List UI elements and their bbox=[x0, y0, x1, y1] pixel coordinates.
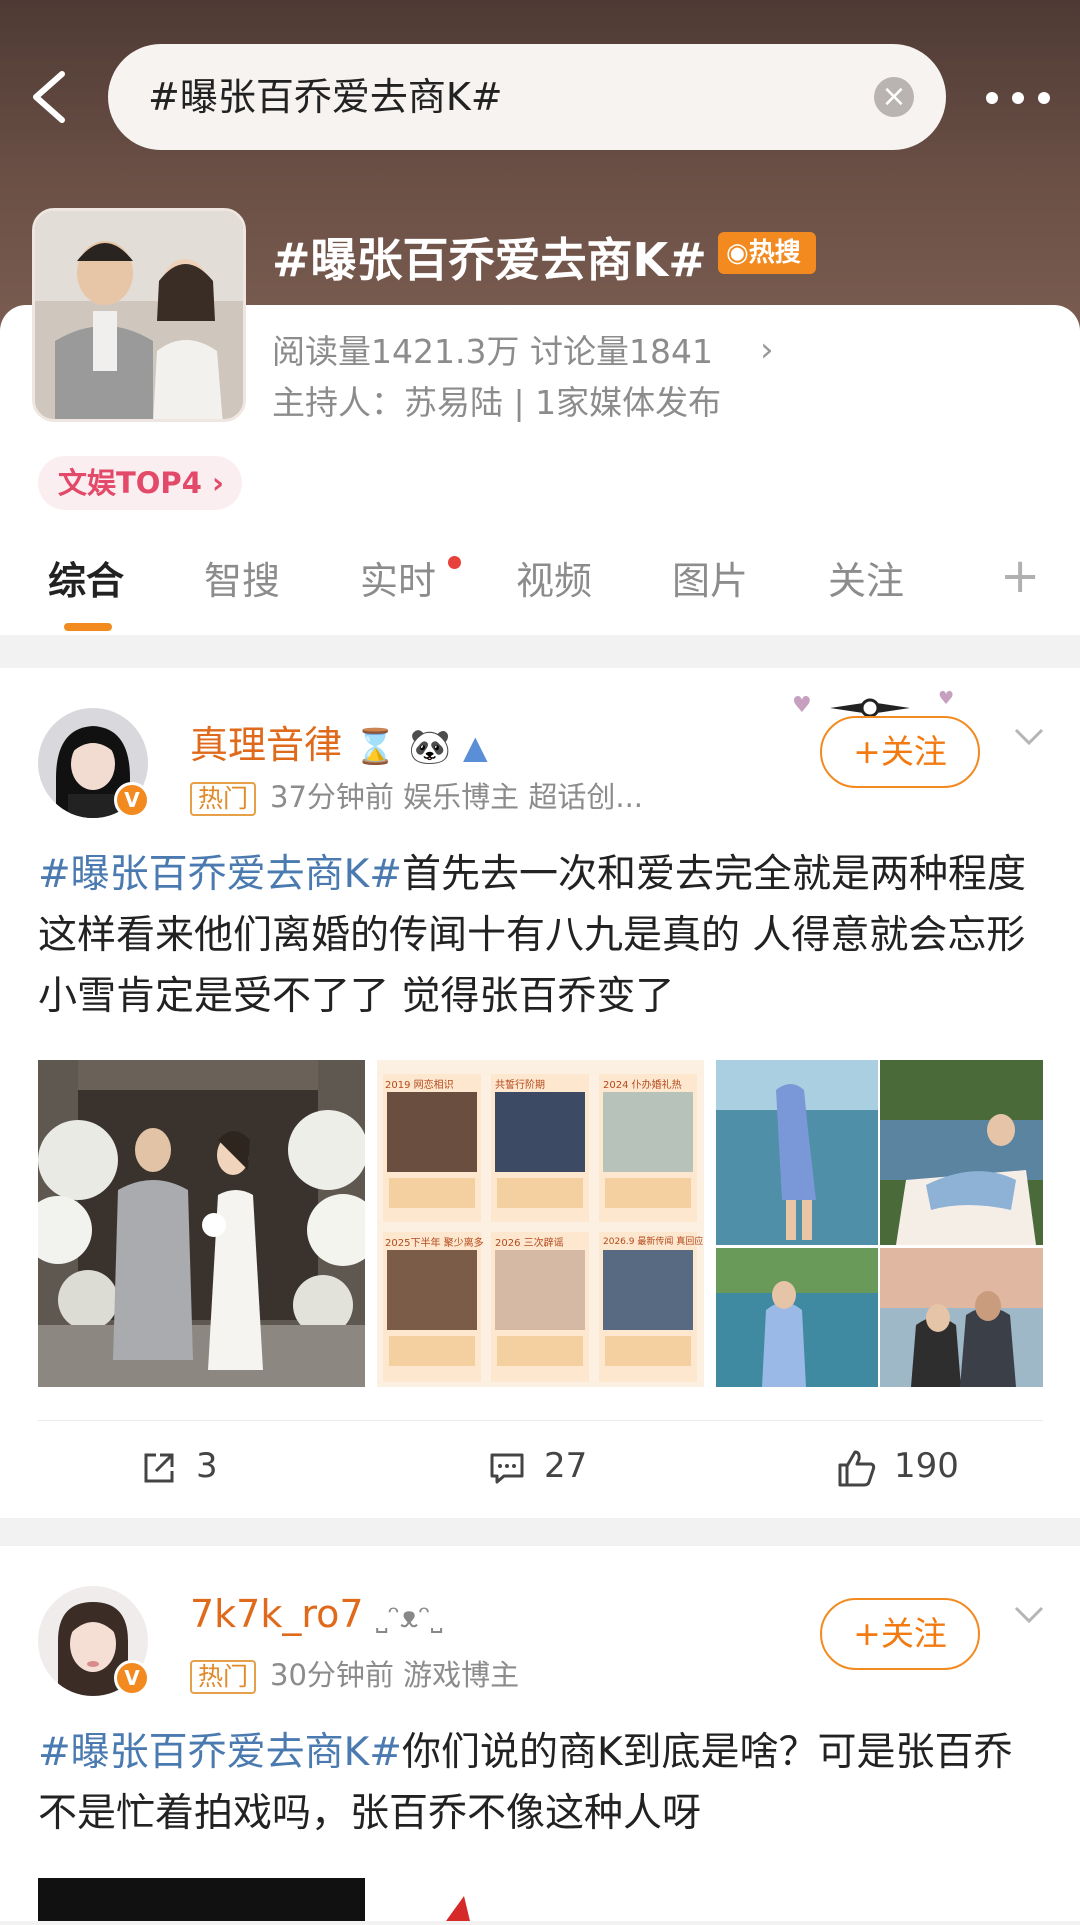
hot-search-badge: ◉热搜 bbox=[718, 232, 816, 274]
tab-bar: 综合 智搜 实时 视频 图片 关注 bbox=[0, 550, 1080, 630]
fire-icon: ◉ bbox=[726, 238, 749, 268]
panda-icon: 🐼 bbox=[408, 727, 451, 767]
timeline-collage-image[interactable]: 2019 网恋相识 共誓行阶期 2024 仆办婚礼热 2025下半年 聚少离多 … bbox=[377, 1060, 704, 1387]
tab-comprehensive[interactable]: 综合 bbox=[48, 550, 124, 605]
post-meta: 热门 30分钟前 游戏博主 bbox=[190, 1652, 519, 1694]
collage-label: 2026 三次辟谣 bbox=[495, 1238, 564, 1249]
tab-images[interactable]: 图片 bbox=[672, 550, 748, 605]
collage-label: 2019 网恋相识 bbox=[385, 1080, 454, 1091]
like-button[interactable]: 190 bbox=[836, 1446, 959, 1489]
comment-icon bbox=[490, 1453, 524, 1483]
username[interactable]: 真理音律 ⌛ 🐼 ▲ bbox=[190, 714, 488, 769]
post-card: ♥ ♥ V 真理音律 ⌛ 🐼 ▲ 热门 37分钟前 娱乐博主 超话创... +关注… bbox=[0, 668, 1080, 1518]
hashtag-link[interactable]: #曝张百乔爱去商K# bbox=[38, 852, 402, 897]
divider bbox=[38, 1420, 1043, 1421]
image-grid: 2019 网恋相识 共誓行阶期 2024 仆办婚礼热 2025下半年 聚少离多 … bbox=[38, 1060, 1043, 1387]
username[interactable]: 7k7k_ro7 ˽ᵔᴥᵔ˽ bbox=[190, 1592, 443, 1636]
tab-following[interactable]: 关注 bbox=[828, 550, 904, 605]
search-query: #曝张百乔爱去商K# bbox=[148, 75, 503, 119]
share-icon bbox=[144, 1453, 174, 1482]
like-count: 190 bbox=[894, 1446, 959, 1486]
post-image[interactable] bbox=[38, 1878, 365, 1921]
post-image[interactable] bbox=[38, 1060, 365, 1387]
svg-text:♥: ♥ bbox=[938, 688, 954, 709]
tab-video[interactable]: 视频 bbox=[516, 550, 592, 605]
comment-count: 27 bbox=[544, 1446, 588, 1486]
follow-button[interactable]: +关注 bbox=[820, 1598, 980, 1670]
username-text: 真理音律 bbox=[190, 723, 343, 767]
hot-tag: 热门 bbox=[190, 782, 257, 816]
hot-badge-label: 热搜 bbox=[748, 238, 801, 268]
topic-stats: 阅读量1421.3万 讨论量1841 bbox=[272, 332, 713, 371]
post-meta-text: 37分钟前 娱乐博主 超话创... bbox=[270, 780, 644, 814]
back-icon[interactable] bbox=[22, 62, 82, 132]
topic-thumbnail[interactable] bbox=[32, 208, 246, 422]
comment-button[interactable]: 27 bbox=[488, 1446, 587, 1487]
repost-button[interactable]: 3 bbox=[140, 1446, 218, 1487]
post-body: #曝张百乔爱去商K#首先去一次和爱去完全就是两种程度 这样看来他们离婚的传闻十有… bbox=[38, 844, 1048, 1027]
tab-smart-search[interactable]: 智搜 bbox=[204, 550, 280, 605]
hashtag-link[interactable]: #曝张百乔爱去商K# bbox=[38, 1730, 402, 1775]
collage-label: 共誓行阶期 bbox=[495, 1080, 545, 1091]
verified-badge-icon: V bbox=[114, 1660, 150, 1696]
chevron-down-icon[interactable] bbox=[1012, 720, 1046, 754]
topic-title: #曝张百乔爱去商K# bbox=[272, 233, 707, 287]
active-tab-indicator bbox=[64, 623, 112, 631]
repost-count: 3 bbox=[196, 1446, 218, 1486]
follow-button[interactable]: +关注 bbox=[820, 716, 980, 788]
hot-tag: 热门 bbox=[190, 1660, 257, 1694]
tab-realtime[interactable]: 实时 bbox=[360, 550, 436, 605]
verified-badge-icon: V bbox=[114, 782, 150, 818]
collage-label: 2024 仆办婚礼热 bbox=[603, 1080, 682, 1091]
chevron-right-icon[interactable]: › bbox=[760, 330, 774, 370]
add-tab-icon[interactable]: + bbox=[1000, 548, 1040, 604]
post-image-preview[interactable] bbox=[440, 1886, 480, 1921]
notification-dot bbox=[448, 556, 461, 569]
chevron-down-icon[interactable] bbox=[1012, 1598, 1046, 1632]
rank-chip[interactable]: 文娱TOP4 › bbox=[38, 456, 242, 510]
post-card: V 7k7k_ro7 ˽ᵔᴥᵔ˽ 热门 30分钟前 游戏博主 +关注 #曝张百乔爱… bbox=[0, 1546, 1080, 1921]
username-text: 7k7k_ro7 bbox=[190, 1592, 364, 1636]
post-body: #曝张百乔爱去商K#你们说的商K到底是啥？可是张百乔不是忙着拍戏吗，张百乔不像这… bbox=[38, 1722, 1048, 1844]
svg-text:♥: ♥ bbox=[792, 693, 812, 718]
post-meta-text: 30分钟前 游戏博主 bbox=[270, 1658, 520, 1692]
collage-label: 2026.9 最新传闻 真回应 bbox=[603, 1237, 704, 1247]
hourglass-icon: ⌛ bbox=[354, 727, 397, 767]
post-image[interactable] bbox=[716, 1060, 1043, 1387]
search-input[interactable]: #曝张百乔爱去商K# × bbox=[108, 44, 946, 150]
clear-icon[interactable]: × bbox=[874, 77, 914, 117]
thumbs-up-icon bbox=[838, 1450, 876, 1486]
collage-label: 2025下半年 聚少离多 bbox=[385, 1238, 484, 1249]
more-icon[interactable] bbox=[980, 70, 1080, 120]
cat-icon: ˽ᵔᴥᵔ˽ bbox=[375, 1600, 443, 1635]
shark-icon: ▲ bbox=[462, 728, 488, 766]
topic-host: 主持人：苏易陆 | 1家媒体发布 bbox=[272, 383, 722, 422]
post-meta: 热门 37分钟前 娱乐博主 超话创... bbox=[190, 774, 643, 816]
